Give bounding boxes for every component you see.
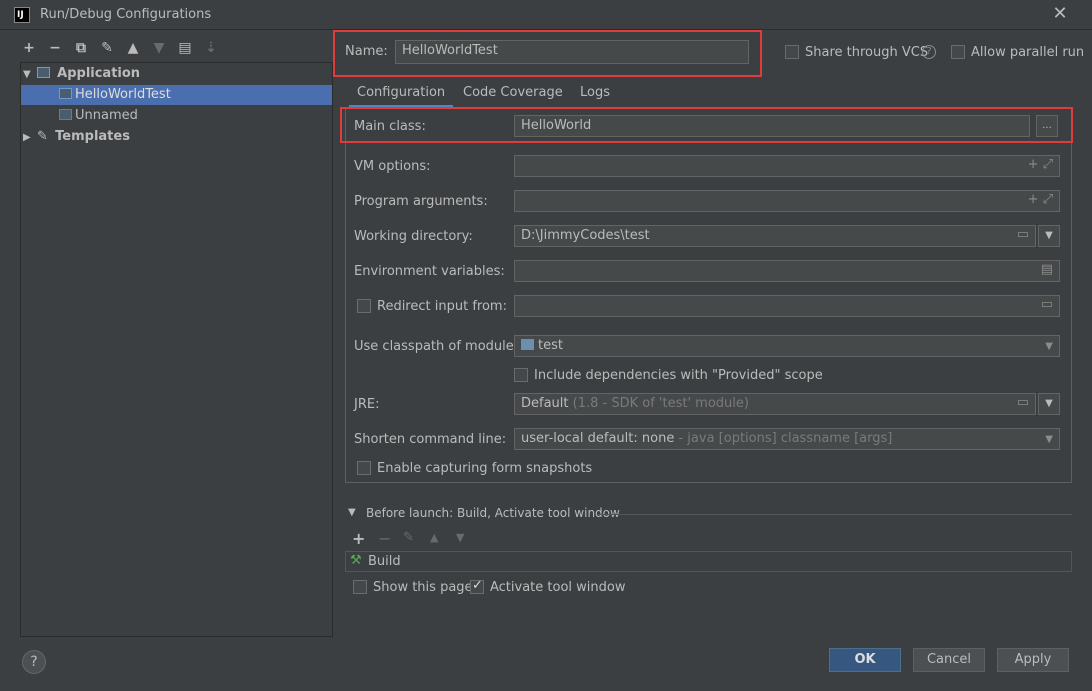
before-launch-title: Before launch: Build, Activate tool wind… <box>366 506 620 520</box>
edit-task-icon[interactable]: ✎ <box>403 530 414 545</box>
folder-icon[interactable]: ▭ <box>1017 395 1029 411</box>
module-icon <box>521 339 534 350</box>
run-config-icon <box>59 88 72 99</box>
working-dir-input[interactable]: D:\JimmyCodes\test ▭ <box>514 225 1036 247</box>
redirect-input-checkbox[interactable] <box>357 299 371 313</box>
copy-icon[interactable]: ⧉ <box>72 39 90 57</box>
redirect-input-label: Redirect input from: <box>377 299 507 314</box>
chevron-down-icon: ▼ <box>1045 434 1053 445</box>
add-task-icon[interactable]: + <box>352 529 365 548</box>
redirect-input-field[interactable]: ▭ <box>514 295 1060 317</box>
env-vars-label: Environment variables: <box>354 264 505 279</box>
jre-value: Default <box>521 396 569 411</box>
apply-button[interactable]: Apply <box>997 648 1069 672</box>
move-up-icon[interactable]: ▲ <box>124 39 142 57</box>
move-down-icon[interactable]: ▼ <box>456 531 464 544</box>
expand-triangle-icon[interactable]: ▶ <box>23 128 37 148</box>
wrench-icon[interactable]: ✎ <box>98 39 116 57</box>
cancel-button[interactable]: Cancel <box>913 648 985 672</box>
program-args-label: Program arguments: <box>354 194 488 209</box>
tree-item-templates[interactable]: ▶ ✎ Templates <box>23 127 331 147</box>
share-vcs-checkbox[interactable] <box>785 45 799 59</box>
expand-triangle-icon[interactable]: ▼ <box>23 65 37 85</box>
main-class-label: Main class: <box>354 119 426 134</box>
run-config-error-icon <box>59 109 72 120</box>
add-icon[interactable]: + <box>20 39 38 57</box>
chevron-down-icon: ▼ <box>1045 341 1053 352</box>
build-task-row[interactable]: ⚒ Build <box>345 551 1072 572</box>
program-args-input[interactable]: + ⤢ <box>514 190 1060 212</box>
folder-icon[interactable]: ▭ <box>1017 227 1029 243</box>
include-deps-checkbox[interactable] <box>514 368 528 382</box>
shorten-detail: - java [options] classname [args] <box>678 431 893 446</box>
share-vcs-label: Share through VCS <box>805 45 929 60</box>
working-dir-value: D:\JimmyCodes\test <box>521 228 650 243</box>
tree-item-label: HelloWorldTest <box>75 87 171 102</box>
main-class-input[interactable]: HelloWorld <box>514 115 1030 137</box>
sort-icon[interactable]: ⇣ <box>202 39 220 57</box>
working-dir-label: Working directory: <box>354 229 473 244</box>
tree-item-helloworldtest[interactable]: HelloWorldTest <box>21 85 332 105</box>
help-button[interactable]: ? <box>22 650 46 674</box>
show-page-checkbox[interactable] <box>353 580 367 594</box>
chevron-down-icon[interactable]: ▼ <box>1038 393 1060 415</box>
section-divider <box>598 514 1072 515</box>
jre-detail: (1.8 - SDK of 'test' module) <box>572 396 749 411</box>
collapse-triangle-icon[interactable]: ▼ <box>348 507 356 518</box>
classpath-value: test <box>538 338 563 353</box>
application-icon <box>37 67 50 78</box>
tree-item-label: Unnamed <box>75 108 138 123</box>
shorten-cmd-select[interactable]: user-local default: none - java [options… <box>514 428 1060 450</box>
tab-logs[interactable]: Logs <box>580 82 610 108</box>
allow-parallel-label: Allow parallel run <box>971 45 1085 60</box>
tree-item-label: Templates <box>55 129 130 144</box>
name-label: Name: <box>345 44 388 59</box>
tab-code-coverage[interactable]: Code Coverage <box>463 82 563 108</box>
classpath-select[interactable]: test ▼ <box>514 335 1060 357</box>
ok-button[interactable]: OK <box>829 648 901 672</box>
tab-configuration[interactable]: Configuration <box>349 82 454 108</box>
help-icon[interactable]: ? <box>922 45 936 59</box>
vm-options-input[interactable]: + ⤢ <box>514 155 1060 177</box>
window-title: Run/Debug Configurations <box>40 7 212 22</box>
config-toolbar: + − ⧉ ✎ ▲ ▼ ▤ ⇣ <box>20 38 220 58</box>
intellij-app-icon: IJ <box>14 7 30 23</box>
hammer-icon: ⚒ <box>350 553 362 568</box>
jre-label: JRE: <box>354 397 380 412</box>
show-page-label: Show this page <box>373 580 473 595</box>
browse-button[interactable]: ... <box>1036 115 1058 137</box>
capture-snapshots-checkbox[interactable] <box>357 461 371 475</box>
capture-snapshots-label: Enable capturing form snapshots <box>377 461 593 476</box>
build-task-label: Build <box>368 554 401 569</box>
remove-icon[interactable]: − <box>46 39 64 57</box>
tree-item-application[interactable]: ▼ Application <box>23 64 331 84</box>
expand-icon[interactable]: + ⤢ <box>1028 192 1053 208</box>
include-deps-label: Include dependencies with "Provided" sco… <box>534 368 823 383</box>
new-folder-icon[interactable]: ▤ <box>176 39 194 57</box>
remove-task-icon[interactable]: − <box>378 529 391 548</box>
move-down-icon[interactable]: ▼ <box>150 39 168 57</box>
activate-tool-label: Activate tool window <box>490 580 626 595</box>
name-input[interactable]: HelloWorldTest <box>395 40 749 64</box>
document-icon[interactable]: ▤ <box>1041 262 1053 278</box>
env-vars-input[interactable]: ▤ <box>514 260 1060 282</box>
jre-input[interactable]: Default (1.8 - SDK of 'test' module) ▭ <box>514 393 1036 415</box>
allow-parallel-checkbox[interactable] <box>951 45 965 59</box>
activate-tool-checkbox[interactable] <box>470 578 484 594</box>
move-up-icon[interactable]: ▲ <box>430 531 438 544</box>
tree-item-unnamed[interactable]: Unnamed <box>21 106 332 126</box>
expand-icon[interactable]: + ⤢ <box>1028 157 1053 173</box>
close-icon[interactable]: ✕ <box>1050 4 1070 24</box>
chevron-down-icon[interactable]: ▼ <box>1038 225 1060 247</box>
tree-item-label: Application <box>57 66 141 81</box>
wrench-icon: ✎ <box>37 129 48 144</box>
configuration-tree: ▼ Application HelloWorldTest Unnamed ▶ ✎ … <box>20 62 333 637</box>
shorten-value: user-local default: none <box>521 431 675 446</box>
vm-options-label: VM options: <box>354 159 431 174</box>
folder-icon[interactable]: ▭ <box>1041 297 1053 313</box>
shorten-cmd-label: Shorten command line: <box>354 432 507 447</box>
classpath-label: Use classpath of module: <box>354 339 519 354</box>
